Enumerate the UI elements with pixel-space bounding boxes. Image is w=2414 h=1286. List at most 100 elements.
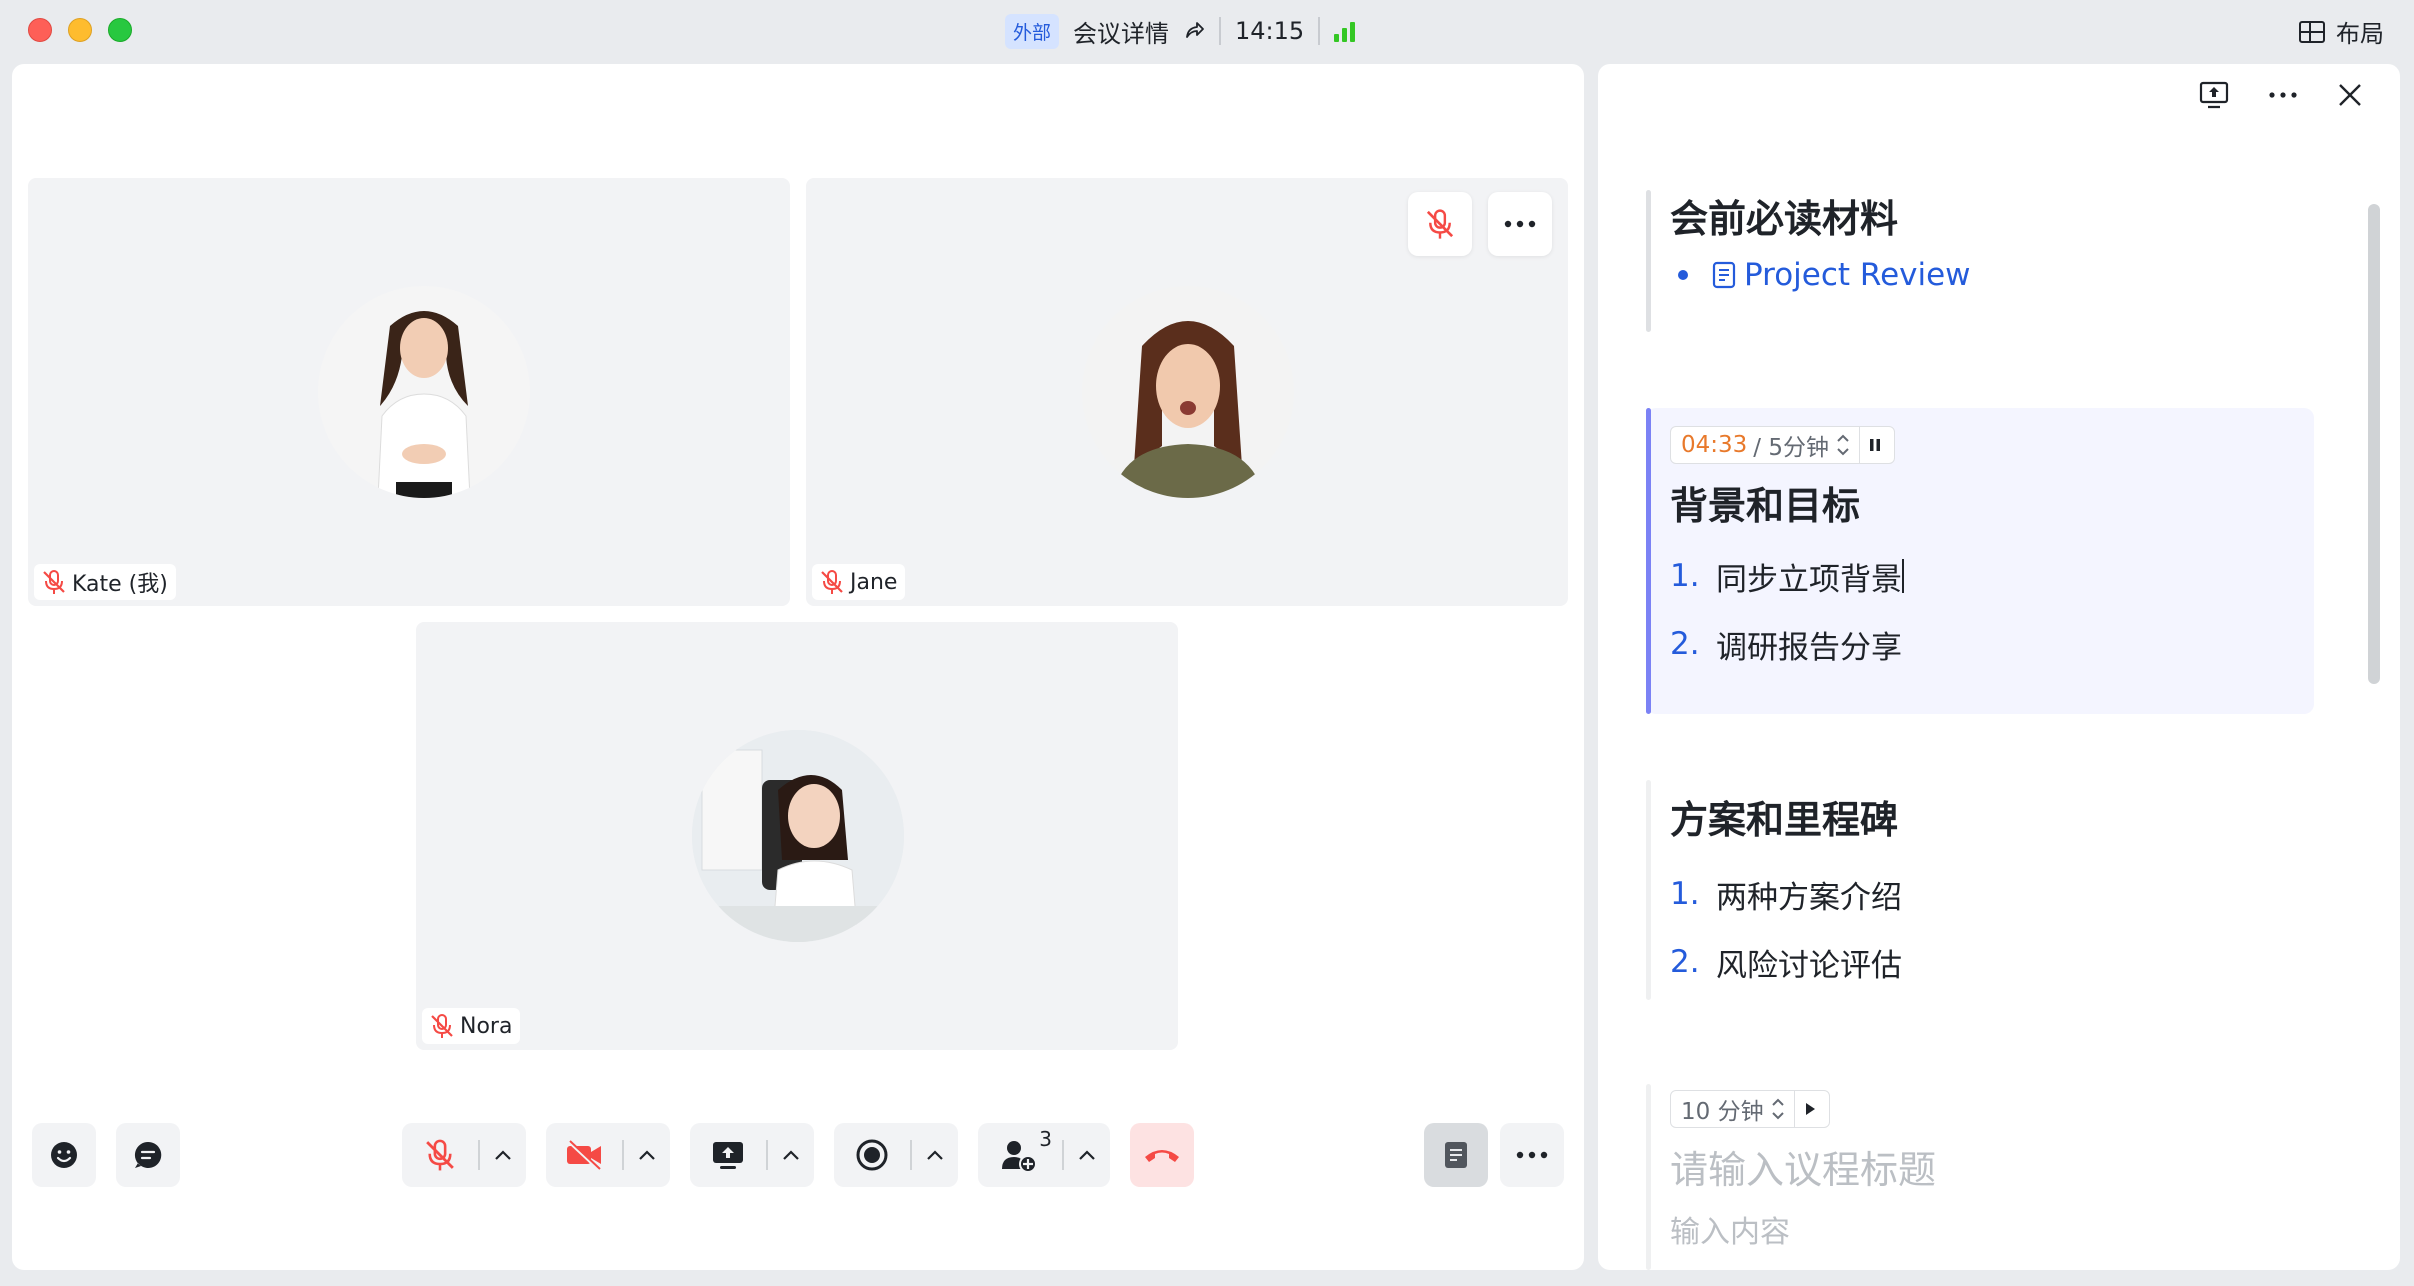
divider: [1219, 17, 1222, 45]
scrollbar[interactable]: [2368, 204, 2380, 684]
new-agenda-item[interactable]: 10 分钟 请输入议程标题 输入内容: [1646, 1084, 2314, 1270]
video-tile-kate[interactable]: Kate (我): [28, 178, 790, 606]
hang-up-icon: [1145, 1150, 1179, 1162]
close-panel-button[interactable]: [2336, 81, 2364, 109]
agenda-panel: 会前必读材料 Project Review 04:33 / 5分钟 背景和目标 …: [1598, 64, 2400, 1270]
camera-off-icon: [566, 1139, 601, 1171]
close-window-button[interactable]: [28, 18, 52, 42]
participant-namebar: Jane: [812, 564, 906, 600]
participants-button[interactable]: 3: [978, 1123, 1062, 1187]
add-participant-icon: [1002, 1141, 1037, 1173]
agenda-item-title[interactable]: 背景和目标: [1670, 464, 2314, 542]
pause-timer-button[interactable]: [1868, 437, 1894, 453]
timer-elapsed: 04:33: [1681, 432, 1748, 458]
share-screen-button[interactable]: [690, 1123, 766, 1187]
video-tile-nora[interactable]: Nora: [416, 622, 1178, 1050]
close-icon: [2339, 84, 2361, 106]
chat-button[interactable]: [116, 1123, 180, 1187]
doc-link[interactable]: Project Review: [1744, 257, 1971, 293]
more-options-button[interactable]: [1500, 1123, 1564, 1187]
participant-name: Kate (我): [72, 572, 168, 597]
meeting-time: 14:15: [1235, 17, 1305, 45]
notes-icon: [1445, 1142, 1467, 1168]
more-icon: [1516, 1151, 1548, 1159]
agenda-point[interactable]: 2. 调研报告分享: [1670, 610, 2314, 678]
start-timer-button[interactable]: [1803, 1101, 1829, 1117]
new-item-duration[interactable]: 10 分钟: [1670, 1090, 1830, 1128]
prereading-section: 会前必读材料 Project Review: [1646, 190, 2314, 332]
agenda-item-active[interactable]: 04:33 / 5分钟 背景和目标 1. 同步立项背景 2. 调研报告分享: [1646, 408, 2314, 714]
emoji-icon: [51, 1142, 77, 1168]
mic-muted-icon: [1426, 209, 1454, 239]
panel-more-button[interactable]: [2268, 91, 2298, 99]
participant-name: Jane: [850, 569, 898, 595]
participant-name: Nora: [460, 1013, 513, 1039]
share-screen-control: [690, 1123, 814, 1187]
layout-button[interactable]: 布局: [2298, 14, 2384, 49]
agenda-point[interactable]: 1. 两种方案介绍: [1670, 860, 2314, 928]
mic-muted-icon: [43, 570, 65, 594]
pop-out-panel-button[interactable]: [2198, 80, 2230, 110]
mic-toggle-button[interactable]: [402, 1123, 478, 1187]
video-panel: Kate (我) Jane Nora: [12, 64, 1584, 1270]
panel-header: [2198, 80, 2364, 110]
reaction-button[interactable]: [32, 1123, 96, 1187]
bullet: [1678, 270, 1688, 280]
share-options-button[interactable]: [768, 1123, 814, 1187]
point-text: 同步立项背景: [1716, 561, 1902, 598]
leave-meeting-button[interactable]: [1130, 1123, 1194, 1187]
doc-icon: [1710, 260, 1738, 290]
participants-options-button[interactable]: [1064, 1123, 1110, 1187]
point-number: 1.: [1670, 876, 1700, 912]
point-text: 两种方案介绍: [1716, 879, 1902, 916]
mic-options-button[interactable]: [480, 1123, 526, 1187]
text-cursor: [1902, 559, 1904, 593]
meeting-info: 外部 会议详情 14:15: [1005, 12, 1356, 50]
timer-duration: / 5分钟: [1753, 435, 1829, 461]
record-button[interactable]: [834, 1123, 910, 1187]
camera-options-button[interactable]: [624, 1123, 670, 1187]
stepper-icon[interactable]: [1770, 1095, 1786, 1123]
chevron-up-icon: [495, 1150, 511, 1160]
doc-list-item: Project Review: [1670, 248, 2314, 302]
agenda-point[interactable]: 1. 同步立项背景: [1670, 542, 2314, 610]
agenda-title-input[interactable]: 请输入议程标题: [1670, 1128, 2314, 1208]
participant-namebar: Nora: [422, 1008, 521, 1044]
agenda-content-input[interactable]: 输入内容: [1670, 1208, 2314, 1258]
share-icon[interactable]: [1183, 20, 1205, 42]
grid-layout-icon: [2299, 20, 2325, 43]
agenda-item-title[interactable]: 方案和里程碑: [1670, 780, 2314, 860]
agenda-point[interactable]: 2. 风险讨论评估: [1670, 928, 2314, 996]
title-bar: 外部 会议详情 14:15 布局: [0, 0, 2414, 62]
record-options-button[interactable]: [912, 1123, 958, 1187]
video-tile-jane[interactable]: Jane: [806, 178, 1568, 606]
camera-toggle-button[interactable]: [546, 1123, 622, 1187]
mute-participant-button[interactable]: [1408, 192, 1472, 256]
stepper-icon[interactable]: [1835, 431, 1851, 459]
point-text: 风险讨论评估: [1716, 947, 1902, 984]
minimize-window-button[interactable]: [68, 18, 92, 42]
meeting-details-link[interactable]: 会议详情: [1073, 14, 1169, 49]
maximize-window-button[interactable]: [108, 18, 132, 42]
avatar-nora: [692, 730, 904, 942]
mic-muted-icon: [426, 1139, 454, 1171]
section-bar: [1646, 190, 1651, 332]
record-icon: [856, 1139, 888, 1171]
notes-button[interactable]: [1424, 1123, 1488, 1187]
section-bar: [1646, 780, 1651, 1000]
share-screen-icon: [713, 1142, 743, 1169]
agenda-item[interactable]: 方案和里程碑 1. 两种方案介绍 2. 风险讨论评估: [1646, 780, 2314, 1000]
point-number: 2.: [1670, 944, 1700, 980]
pause-icon: [1870, 439, 1880, 451]
camera-control: [546, 1123, 670, 1187]
participant-namebar: Kate (我): [34, 564, 176, 600]
agenda-timer[interactable]: 04:33 / 5分钟: [1670, 426, 1895, 464]
participant-more-button[interactable]: [1488, 192, 1552, 256]
chat-icon: [134, 1141, 162, 1168]
signal-strength-icon[interactable]: [1334, 20, 1356, 42]
avatar-jane: [1082, 286, 1294, 498]
point-number: 2.: [1670, 626, 1700, 662]
participants-control: 3: [978, 1123, 1110, 1187]
mic-muted-icon: [431, 1014, 453, 1038]
prereading-title: 会前必读材料: [1670, 197, 1899, 241]
